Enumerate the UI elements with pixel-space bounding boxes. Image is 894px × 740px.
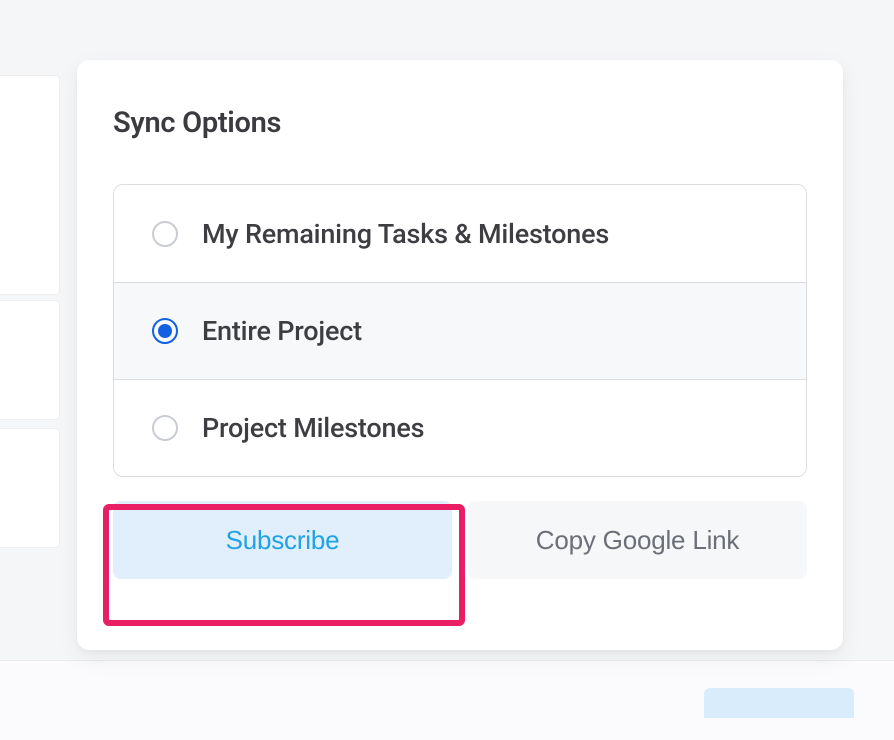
option-label: Project Milestones: [202, 412, 424, 444]
copy-google-link-button[interactable]: Copy Google Link: [468, 501, 807, 579]
background-card: [0, 428, 60, 548]
option-entire-project[interactable]: Entire Project: [114, 282, 806, 379]
radio-icon: [152, 221, 178, 247]
option-label: Entire Project: [202, 315, 362, 347]
panel-title: Sync Options: [113, 106, 807, 140]
subscribe-button[interactable]: Subscribe: [113, 501, 452, 579]
sync-options-panel: Sync Options My Remaining Tasks & Milest…: [77, 60, 843, 650]
radio-icon: [152, 415, 178, 441]
option-label: My Remaining Tasks & Milestones: [202, 218, 609, 250]
sync-option-group: My Remaining Tasks & Milestones Entire P…: [113, 184, 807, 477]
background-card: [0, 300, 60, 420]
background-card: [0, 75, 60, 295]
option-my-remaining-tasks[interactable]: My Remaining Tasks & Milestones: [114, 185, 806, 282]
button-row: Subscribe Copy Google Link: [113, 501, 807, 579]
radio-icon: [152, 318, 178, 344]
option-project-milestones[interactable]: Project Milestones: [114, 379, 806, 476]
